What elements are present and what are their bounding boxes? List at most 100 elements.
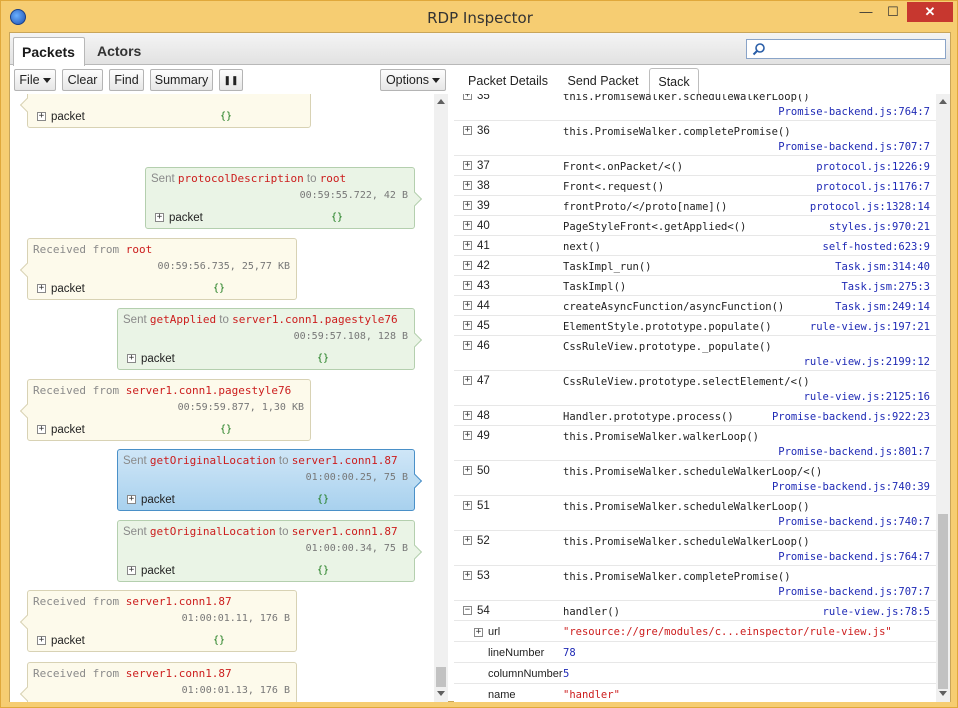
file-menu-button[interactable]: File [14,69,56,91]
packet-expander[interactable]: + packet [127,494,175,506]
stack-source-link[interactable]: Promise-backend.js:764:7 [778,551,930,563]
options-menu-button[interactable]: Options [380,69,446,91]
expand-icon[interactable]: + [463,411,472,421]
stack-source-link[interactable]: rule-view.js:78:5 [823,606,930,618]
stack-source-link[interactable]: rule-view.js:2125:16 [804,391,930,403]
stack-source-link[interactable]: rule-view.js:197:21 [810,321,930,333]
expand-icon[interactable]: + [155,213,164,223]
close-button[interactable]: ✕ [907,2,953,22]
collapse-icon[interactable]: − [463,606,472,616]
stack-source-link[interactable]: protocol.js:1226:9 [816,161,930,173]
property-row[interactable]: + url "resource://gre/modules/c...einspect… [454,621,936,642]
received-packet[interactable]: 00:59:53.520, 1,08 KB+packet{} [19,94,311,128]
received-packet[interactable]: Received from server1.conn1.87 01:00:01.1… [19,590,297,652]
sent-packet[interactable]: Sent protocolDescription to root 00:59:55… [145,167,423,229]
stack-frame-row[interactable]: +48 Handler.prototype.process() Promise-ba… [454,406,936,426]
expand-icon[interactable]: + [463,161,472,171]
expand-icon[interactable]: + [463,281,472,291]
sent-packet[interactable]: Sent getApplied to server1.conn1.pagesty… [117,308,423,370]
packet-expander[interactable]: + packet [37,424,85,436]
stack-source-link[interactable]: protocol.js:1328:14 [810,201,930,213]
stack-frame-row[interactable]: +45 ElementStyle.prototype.populate() rule… [454,316,936,336]
scroll-thumb[interactable] [436,667,446,687]
stack-source-link[interactable]: self-hosted:623:9 [823,241,930,253]
summary-button[interactable]: Summary [150,69,213,91]
stack-frame-row[interactable]: +35 this.PromiseWalker.scheduleWalkerLoop… [454,94,936,121]
expand-icon[interactable]: + [37,425,46,435]
expand-icon[interactable]: + [37,284,46,294]
stack-frame-row[interactable]: +36 this.PromiseWalker.completePromise() P… [454,121,936,156]
expand-icon[interactable]: + [463,221,472,231]
packet-expander[interactable]: + packet [127,565,175,577]
received-packet[interactable]: Received from server1.conn1.pagestyle76 0… [19,379,311,441]
stack-source-link[interactable]: Task.jsm:249:14 [835,301,930,313]
expand-icon[interactable]: + [463,571,472,581]
expand-icon[interactable]: + [127,566,136,576]
expand-icon[interactable]: + [463,261,472,271]
stack-source-link[interactable]: rule-view.js:2199:12 [804,356,930,368]
expand-icon[interactable]: + [127,354,136,364]
packet-expander[interactable]: + packet [155,212,203,224]
scroll-up-icon[interactable] [939,99,947,104]
sent-packet[interactable]: Sent getOriginalLocation to server1.conn… [117,449,423,511]
clear-button[interactable]: Clear [62,69,103,91]
find-button[interactable]: Find [109,69,144,91]
expand-icon[interactable]: + [463,201,472,211]
expand-icon[interactable]: + [463,321,472,331]
expand-icon[interactable]: + [463,126,472,136]
stack-source-link[interactable]: protocol.js:1176:7 [816,181,930,193]
stack-source-link[interactable]: styles.js:970:21 [829,221,930,233]
stack-frame-row[interactable]: +50 this.PromiseWalker.scheduleWalkerLoop… [454,461,936,496]
minimize-button[interactable]: — [853,2,879,22]
stack-source-link[interactable]: Promise-backend.js:740:39 [772,481,930,493]
expand-icon[interactable]: + [463,376,472,386]
stack-source-link[interactable]: Task.jsm:275:3 [841,281,930,293]
scroll-thumb[interactable] [938,514,948,689]
packet-list-scrollbar[interactable] [434,94,448,702]
stack-frame-row[interactable]: +41 next() self-hosted:623:9 [454,236,936,256]
expand-icon[interactable]: + [463,181,472,191]
stack-source-link[interactable]: Promise-backend.js:922:23 [772,411,930,423]
stack-frame-row[interactable]: +51 this.PromiseWalker.scheduleWalkerLoop… [454,496,936,531]
stack-source-link[interactable]: Promise-backend.js:764:7 [778,106,930,118]
stack-source-link[interactable]: Promise-backend.js:707:7 [778,586,930,598]
stack-source-link[interactable]: Promise-backend.js:801:7 [778,446,930,458]
expand-icon[interactable]: + [37,112,46,122]
stack-frame-row[interactable]: +40 PageStyleFront<.getApplied<() styles.j… [454,216,936,236]
packet-expander[interactable]: + packet [37,635,85,647]
tab-send-packet[interactable]: Send Packet [560,68,646,94]
title-bar[interactable]: RDP Inspector — ☐ ✕ [1,1,958,33]
stack-frame-row[interactable]: −54 handler() rule-view.js:78:5 [454,601,936,621]
packet-expander[interactable]: + packet [37,283,85,295]
stack-frame-row[interactable]: +43 TaskImpl() Task.jsm:275:3 [454,276,936,296]
expand-icon[interactable]: + [463,241,472,251]
tab-packet-details[interactable]: Packet Details [458,68,558,94]
expand-icon[interactable]: + [37,636,46,646]
expand-icon[interactable]: + [463,94,472,101]
search-input[interactable] [746,39,946,59]
expand-icon[interactable]: + [463,301,472,311]
stack-frame-row[interactable]: +44 createAsyncFunction/asyncFunction() Ta… [454,296,936,316]
stack-frame-row[interactable]: +52 this.PromiseWalker.scheduleWalkerLoop… [454,531,936,566]
stack-frame-row[interactable]: +46 CssRuleView.prototype._populate() rule… [454,336,936,371]
stack-source-link[interactable]: Task.jsm:314:40 [835,261,930,273]
stack-frame-row[interactable]: +38 Front<.request() protocol.js:1176:7 [454,176,936,196]
expand-icon[interactable]: + [463,501,472,511]
tab-actors[interactable]: Actors [89,37,149,66]
stack-source-link[interactable]: Promise-backend.js:707:7 [778,141,930,153]
expand-icon[interactable]: + [463,536,472,546]
stack-source-link[interactable]: Promise-backend.js:740:7 [778,516,930,528]
expand-icon[interactable]: + [463,431,472,441]
stack-frame-row[interactable]: +39 frontProto/</proto[name]() protocol.js… [454,196,936,216]
tab-packets[interactable]: Packets [13,37,85,66]
pause-button[interactable]: ❚❚ [219,69,243,91]
stack-frame-row[interactable]: +53 this.PromiseWalker.completePromise() P… [454,566,936,601]
stack-frame-row[interactable]: +37 Front<.onPacket/<() protocol.js:1226:9 [454,156,936,176]
maximize-button[interactable]: ☐ [880,2,906,22]
packet-expander[interactable]: + packet [37,111,85,123]
scroll-down-icon[interactable] [939,691,947,696]
packet-expander[interactable]: + packet [127,353,175,365]
stack-frame-row[interactable]: +49 this.PromiseWalker.walkerLoop() Promis… [454,426,936,461]
stack-scrollbar[interactable] [936,94,950,702]
stack-frame-row[interactable]: +42 TaskImpl_run() Task.jsm:314:40 [454,256,936,276]
